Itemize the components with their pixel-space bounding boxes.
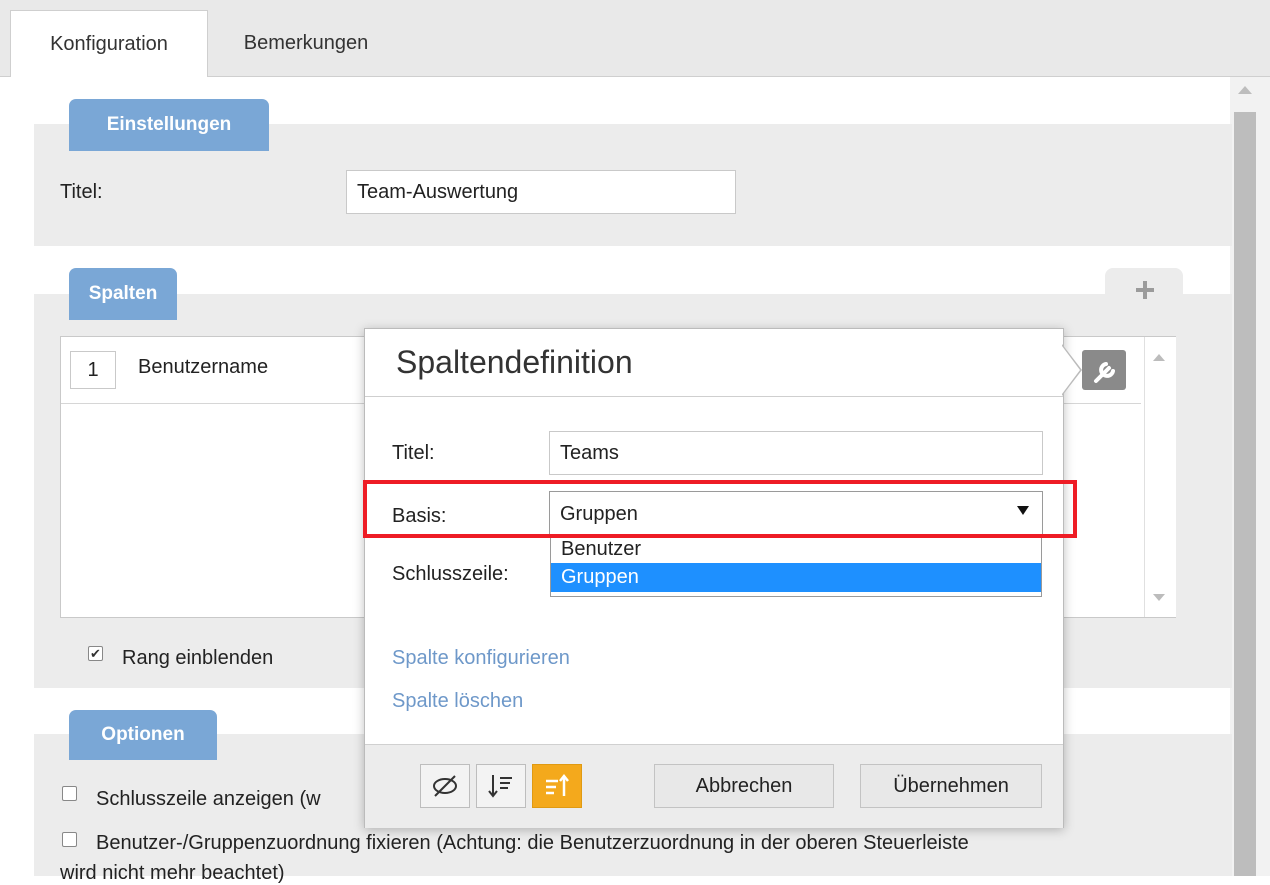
- dialog-title-divider: [365, 396, 1063, 397]
- list-scroll-down-icon[interactable]: [1153, 594, 1165, 601]
- optionen-section-tab: Optionen: [69, 710, 217, 760]
- basis-highlight-frame: [363, 480, 1077, 538]
- basis-option-gruppen[interactable]: Gruppen: [551, 563, 1041, 592]
- column-number-field[interactable]: 1: [70, 351, 116, 389]
- sort-descending-icon: [488, 775, 512, 798]
- sort-ascending-button[interactable]: [532, 764, 582, 808]
- titel-label: Titel:: [60, 181, 103, 203]
- rang-checkbox[interactable]: ✔: [88, 646, 103, 661]
- titel-input[interactable]: Team-Auswertung: [346, 170, 736, 214]
- dialog-titel-label: Titel:: [392, 442, 435, 464]
- scroll-up-arrow-icon[interactable]: [1238, 86, 1252, 94]
- scrollbar-thumb[interactable]: [1234, 112, 1256, 876]
- tab-konfiguration[interactable]: Konfiguration: [10, 10, 208, 78]
- spalte-konfigurieren-link[interactable]: Spalte konfigurieren: [392, 647, 570, 670]
- tab-bemerkungen[interactable]: Bemerkungen: [206, 10, 406, 76]
- spalten-section-tab: Spalten: [69, 268, 177, 320]
- uebernehmen-button[interactable]: Übernehmen: [860, 764, 1042, 808]
- sort-descending-button[interactable]: [476, 764, 526, 808]
- plus-icon: [1136, 281, 1154, 299]
- list-scroll-up-icon[interactable]: [1153, 354, 1165, 361]
- dialog-title: Spaltendefinition: [396, 344, 633, 380]
- wrench-icon: [1094, 362, 1115, 383]
- columns-list-scrollbar[interactable]: [1144, 337, 1176, 617]
- einstellungen-section-tab: Einstellungen: [69, 99, 269, 151]
- sort-ascending-icon: [546, 773, 569, 796]
- fixieren-checkbox[interactable]: [62, 832, 77, 847]
- basis-option-benutzer[interactable]: Benutzer: [551, 537, 1041, 561]
- schlusszeile-checkbox[interactable]: [62, 786, 77, 801]
- configure-column-button[interactable]: [1082, 350, 1126, 390]
- fixieren-option-label: Benutzer-/Gruppenzuordnung fixieren (Ach…: [96, 832, 969, 854]
- hide-column-button[interactable]: [420, 764, 470, 808]
- add-column-button[interactable]: [1105, 268, 1183, 314]
- dialog-pointer: [1062, 346, 1080, 394]
- rang-label: Rang einblenden: [122, 647, 274, 669]
- dialog-schlusszeile-label: Schlusszeile:: [392, 563, 509, 585]
- fixieren-option-label-cont: wird nicht mehr beachtet): [60, 862, 285, 884]
- abbrechen-button[interactable]: Abbrechen: [654, 764, 834, 808]
- dialog-titel-input[interactable]: Teams: [549, 431, 1043, 475]
- checkmark-icon: ✔: [90, 646, 101, 661]
- spalte-loeschen-link[interactable]: Spalte löschen: [392, 690, 523, 713]
- column-name: Benutzername: [138, 356, 269, 378]
- eye-hidden-icon: [433, 775, 457, 797]
- schlusszeile-option-label: Schlusszeile anzeigen (w: [96, 788, 321, 810]
